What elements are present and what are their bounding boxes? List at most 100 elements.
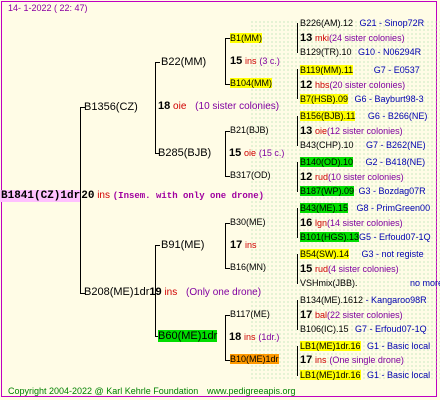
right-row-15[interactable]: B101(HGS).13G5 - Erfoud07-1Q [300,232,431,242]
g3-vertical-line [225,223,226,269]
gg-b30[interactable]: B30(ME) [230,217,266,227]
gg-b10[interactable]: B10(ME)1dr [230,354,279,364]
gg-b104[interactable]: B104(MM) [230,78,273,88]
r11-note: (10 sister colonies) [328,172,404,182]
r1-ref: G21 - Sinop72R [359,18,425,28]
right-row-16[interactable]: B54(SW).14 G3 - not registe [300,249,424,259]
right-row-6[interactable]: B7(HSB).09 G6 - Bayburt98-3 [300,94,424,104]
r17-code: rud [315,264,329,274]
right-row-21[interactable]: B106(IC).15 G7 - Erfoud07-1Q [300,324,427,334]
root-name: B1841(CZ)1dr [0,190,82,202]
gg-b317[interactable]: B317(OD) [230,170,271,180]
r2-vertical-line [297,69,298,99]
root-vertical-line [80,107,81,294]
right-row-8: 13 oie(12 sister colonies) [300,125,403,137]
r15-name: B101(HGS).13 [300,232,360,242]
footer-url[interactable]: www.pedigreeapis.org [207,386,296,396]
r24-ref: G1 - Basic local [367,370,431,380]
r19-name: B134(ME).1612 [300,295,364,305]
right-row-10[interactable]: B140(OD).10 G2 - B418(NE) [300,157,425,167]
grandparent-b91[interactable]: B91(ME) [161,239,204,251]
r8-vertical-line [297,346,298,376]
grandparent-b60[interactable]: B60(ME)1dr [158,330,218,342]
g4-name: B60(ME)1dr [158,330,218,342]
r6-vertical-line [297,254,298,284]
footer-copyright: Copyright 2004-2022 @ Karl Kehrle Founda… [8,386,199,396]
g3-code: ins [245,240,257,250]
r4-vertical-line [297,162,298,192]
r12-name: B187(WP).09 [300,186,355,196]
r11-num: 12 [300,171,313,183]
parent-queen-2[interactable]: B208(ME)1dr19 ins (Only one drone) [84,286,261,298]
g4-num: 18 [229,331,242,343]
r8-num: 13 [300,125,313,137]
gg-b10-name: B10(ME)1dr [230,354,279,364]
gg-b10-note: (One single drone) [329,355,404,365]
right-row-7[interactable]: B156(BJB).11 G6 - B266(NE) [300,111,427,121]
r10-ref: G2 - B418(NE) [365,157,426,167]
r6-ref: G6 - Bayburt98-3 [354,94,424,104]
g3-info: 17 ins [230,239,257,251]
r7-name: B156(BJB).11 [300,111,356,121]
r4-ref: G7 - E0537 [373,65,420,75]
g4-note: (1dr.) [258,332,280,342]
right-row-14: 16 lgn(14 sister colonies) [300,217,403,229]
r3-ref: G10 - N06294R [358,47,422,57]
right-row-5: 12 hbs(20 sister colonies) [300,79,405,91]
r2-note: (24 sister colonies) [329,33,405,43]
g4-info: 18 ins (1dr.) [229,331,279,343]
gg-b10-num: 17 [300,354,313,366]
p1-code: oie [173,101,187,112]
root-queen[interactable]: B1841(CZ)1dr20 ins (Insem. with only one… [0,190,264,202]
gg-b117[interactable]: B117(ME) [230,309,270,319]
r9-name: B43(CHP).10 [300,140,354,150]
right-row-3[interactable]: B129(TR).10 G10 - N06294R [300,47,421,57]
p1-note: (10 sister colonies) [195,101,280,112]
p2-code: ins [164,287,178,298]
r14-code: lgn [315,218,328,228]
right-row-20: 17 bal(22 sister colonies) [300,309,403,321]
right-row-19[interactable]: B134(ME).1612 - Kangaroo98R [300,295,427,305]
right-row-1[interactable]: B226(AM).12 G21 - Sinop72R [300,18,424,28]
gg-b21[interactable]: B21(BJB) [230,125,269,135]
root-code: ins [97,190,110,201]
gg-b1-name: B1(MM) [230,33,262,43]
r2-code: mki [315,33,330,43]
r20-code: bal [315,310,328,320]
root-num: 20 [81,190,95,202]
gg-b16[interactable]: B16(MN) [230,262,266,272]
gg-b1-info: 15 ins (3 c.) [230,55,280,67]
r6-name: B7(HSB).09 [300,94,349,104]
gg-b1-code: ins [245,56,257,66]
g2-num: 15 [229,147,242,159]
right-row-24[interactable]: LB1(ME)1dr.16 G1 - Basic local [300,370,430,380]
parent-queen-1-info: 18 oie (10 sister colonies) [158,100,279,112]
right-row-22[interactable]: LB1(ME)1dr.16 G1 - Basic local [300,341,430,351]
gg-b1[interactable]: B1(MM) [230,33,262,43]
right-row-9[interactable]: B43(CHP).10 G7 - B262(NE) [300,140,426,150]
r8-note: (12 sister colonies) [327,126,403,136]
g2-code: oie [244,148,257,158]
root-note: (Insem. with only one drone) [112,191,265,201]
g4-vertical-line [225,315,226,361]
grandparent-b285[interactable]: B285(BJB) [158,147,211,159]
p2-vertical-line [155,245,156,337]
r5-note: (20 sister colonies) [329,80,406,90]
gg-b1-num: 15 [230,55,243,67]
r17-note: (4 sister colonies) [328,264,399,274]
g2-note: (15 c.) [258,148,285,158]
grandparent-b22[interactable]: B22(MM) [161,56,206,68]
gg-b1-note: (3 c.) [259,56,280,66]
right-row-18[interactable]: VSHmix(JBB). no more [300,278,440,288]
r5-code: hbs [315,80,330,90]
right-row-13[interactable]: B43(ME).15 G8 - PrimGreen00 [300,203,430,213]
parent-queen-1[interactable]: B1356(CZ) [84,101,138,113]
p2-line-top [155,245,160,246]
r22-ref: G1 - Basic local [367,341,431,351]
r5-num: 12 [300,79,313,91]
right-row-12[interactable]: B187(WP).09 G3 - Bozdag07R [300,186,426,196]
p2-name: B208(ME)1dr [84,286,150,298]
right-row-4[interactable]: B119(MM).11 G7 - E0537 [300,65,420,75]
r11-code: rud [315,172,329,182]
r14-note: (14 sister colonies) [327,218,403,228]
